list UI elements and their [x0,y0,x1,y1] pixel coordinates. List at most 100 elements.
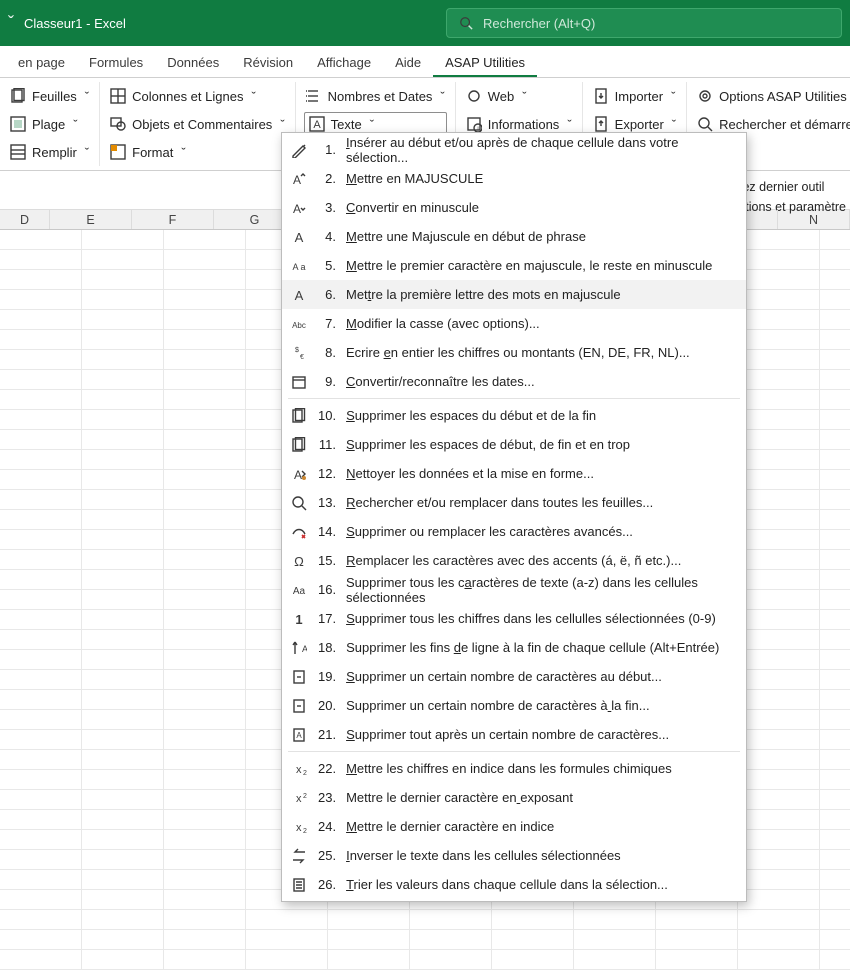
cell[interactable] [164,770,246,790]
menu-item-13[interactable]: 13.Rechercher et/ou remplacer dans toute… [282,488,746,517]
cell[interactable] [738,290,820,310]
cell[interactable] [738,450,820,470]
cell[interactable] [164,650,246,670]
cell[interactable] [82,770,164,790]
cell[interactable] [82,810,164,830]
cell[interactable] [0,770,82,790]
cell[interactable] [82,290,164,310]
cell[interactable] [82,470,164,490]
cell[interactable] [738,410,820,430]
cell[interactable] [820,890,850,910]
cell[interactable] [0,890,82,910]
import-button[interactable]: Importer ˇ [591,84,678,108]
menu-item-23[interactable]: x223.Mettre le dernier caractère en expo… [282,783,746,812]
cell[interactable] [164,910,246,930]
cell[interactable] [738,850,820,870]
cell[interactable] [738,890,820,910]
cell[interactable] [738,330,820,350]
cell[interactable] [820,370,850,390]
cell[interactable] [0,870,82,890]
cell[interactable] [0,230,82,250]
cell[interactable] [164,730,246,750]
menu-item-7[interactable]: Abc7.Modifier la casse (avec options)... [282,309,746,338]
cell[interactable] [738,610,820,630]
cell[interactable] [0,730,82,750]
cell[interactable] [820,650,850,670]
cell[interactable] [738,570,820,590]
cell[interactable] [820,870,850,890]
cell[interactable] [0,430,82,450]
cell[interactable] [820,690,850,710]
cell[interactable] [82,450,164,470]
cell[interactable] [82,370,164,390]
menu-item-19[interactable]: 19.Supprimer un certain nombre de caract… [282,662,746,691]
cell[interactable] [820,470,850,490]
cell[interactable] [0,510,82,530]
cell[interactable] [820,410,850,430]
cell[interactable] [164,550,246,570]
menu-item-24[interactable]: x224.Mettre le dernier caractère en indi… [282,812,746,841]
menu-item-18[interactable]: A18.Supprimer les fins de ligne à la fin… [282,633,746,662]
cell[interactable] [820,610,850,630]
cell[interactable] [82,230,164,250]
cell[interactable] [164,670,246,690]
cell[interactable] [656,930,738,950]
objects-comments-button[interactable]: Objets et Commentaires ˇ [108,112,287,136]
cell[interactable] [82,310,164,330]
cell[interactable] [738,650,820,670]
cell[interactable] [820,710,850,730]
cell[interactable] [410,950,492,970]
cell[interactable] [82,610,164,630]
cell[interactable] [164,710,246,730]
cell[interactable] [0,570,82,590]
tab-data[interactable]: Données [155,47,231,77]
cell[interactable] [820,390,850,410]
menu-item-17[interactable]: 117.Supprimer tous les chiffres dans les… [282,604,746,633]
cell[interactable] [820,330,850,350]
cell[interactable] [574,910,656,930]
web-button[interactable]: Web ˇ [464,84,574,108]
cell[interactable] [82,630,164,650]
cell[interactable] [574,950,656,970]
cell[interactable] [0,810,82,830]
cell[interactable] [0,470,82,490]
sheets-button[interactable]: Feuilles ˇ [8,84,91,108]
cell[interactable] [820,510,850,530]
cell[interactable] [820,950,850,970]
cell[interactable] [820,530,850,550]
title-dropdown-icon[interactable]: ˇ [8,13,14,34]
cell[interactable] [82,390,164,410]
cell[interactable] [164,890,246,910]
cell[interactable] [820,750,850,770]
cell[interactable] [738,550,820,570]
cell[interactable] [82,670,164,690]
cell[interactable] [328,950,410,970]
cell[interactable] [820,810,850,830]
cell[interactable] [82,730,164,750]
menu-item-11[interactable]: 11.Supprimer les espaces de début, de fi… [282,430,746,459]
cell[interactable] [820,670,850,690]
cell[interactable] [820,770,850,790]
cell[interactable] [738,370,820,390]
cell[interactable] [164,610,246,630]
cell[interactable] [738,250,820,270]
cell[interactable] [820,850,850,870]
cell[interactable] [328,910,410,930]
cell[interactable] [0,790,82,810]
cell[interactable] [820,430,850,450]
fill-button[interactable]: Remplir ˇ [8,140,91,164]
cell[interactable] [164,270,246,290]
cell[interactable] [164,470,246,490]
cell[interactable] [0,330,82,350]
cell[interactable] [0,410,82,430]
cell[interactable] [738,810,820,830]
cell[interactable] [738,710,820,730]
cell[interactable] [82,350,164,370]
cell[interactable] [738,870,820,890]
cell[interactable] [738,670,820,690]
cell[interactable] [82,870,164,890]
cell[interactable] [574,930,656,950]
menu-item-8[interactable]: $€8.Ecrire en entier les chiffres ou mon… [282,338,746,367]
tab-formulas[interactable]: Formules [77,47,155,77]
cell[interactable] [820,630,850,650]
